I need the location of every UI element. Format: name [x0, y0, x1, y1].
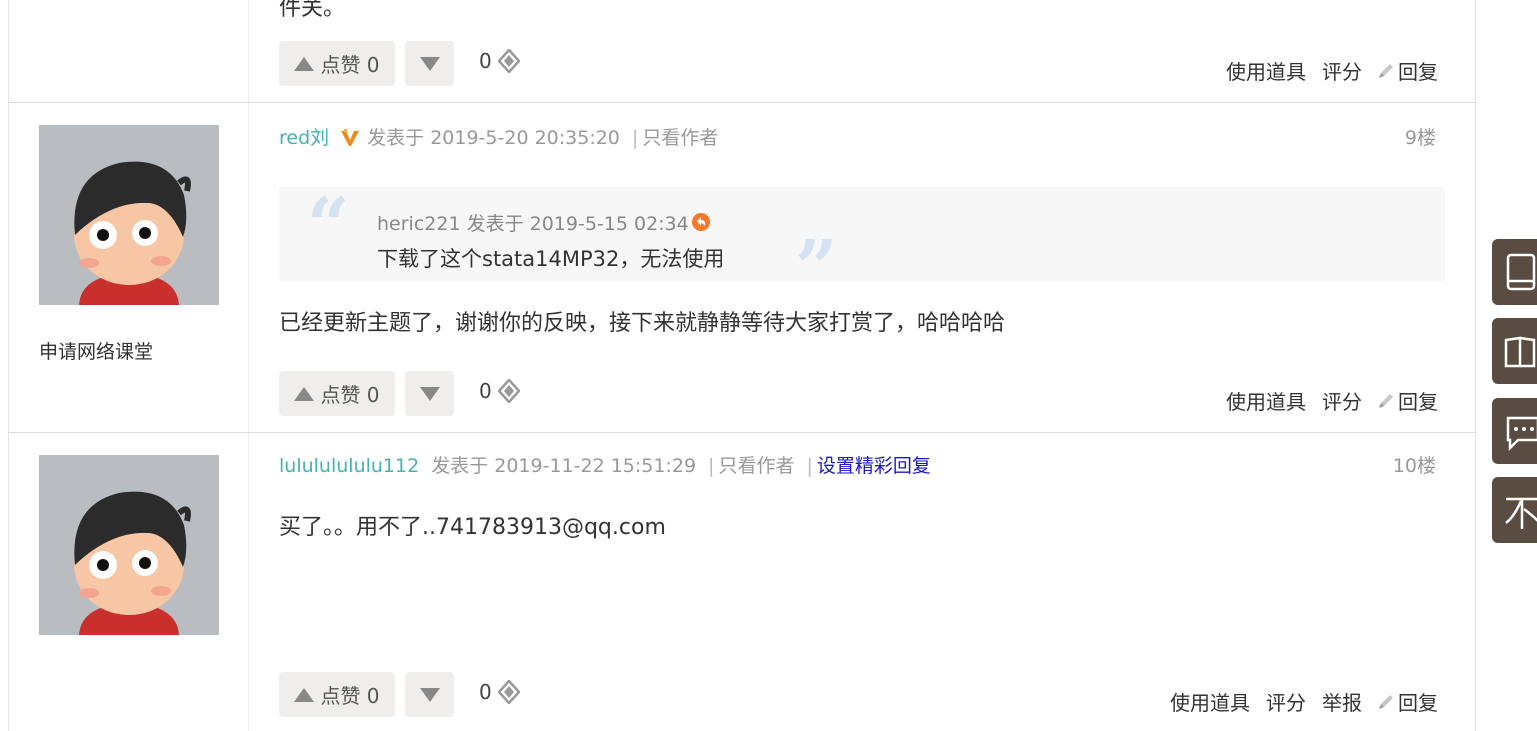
- up-arrow-icon: [294, 386, 315, 401]
- reply-link[interactable]: 回复: [1398, 687, 1438, 716]
- pencil-icon: [1376, 692, 1396, 712]
- dislike-button[interactable]: [405, 371, 454, 416]
- float-read-button[interactable]: [1492, 318, 1537, 384]
- down-arrow-icon: [419, 687, 440, 702]
- set-best-reply-link[interactable]: 设置精彩回复: [817, 455, 931, 477]
- post-meta: red刘 发表于 2019-5-20 20:35:20 | 只看作者: [279, 123, 718, 150]
- post-tools: 使用道具 评分 回复: [1210, 56, 1438, 85]
- coin-count: 0: [479, 49, 492, 73]
- close-quote-icon: ”: [795, 225, 838, 311]
- post-sidebar: [9, 0, 249, 102]
- not-icon: [1505, 497, 1537, 529]
- quote-meta: heric221 发表于 2019-5-15 02:34: [377, 209, 711, 236]
- floor-number: 10楼: [1392, 455, 1436, 477]
- quote-block: “ heric221 发表于 2019-5-15 02:34 下载了这个stat…: [279, 183, 1445, 305]
- float-comment-button[interactable]: [1492, 398, 1537, 464]
- post-sidebar: [9, 433, 249, 731]
- coin-counter[interactable]: 0: [479, 680, 520, 704]
- user-group-label: 申请网络课堂: [39, 341, 154, 363]
- use-item-link[interactable]: 使用道具: [1226, 386, 1306, 415]
- like-button[interactable]: 点赞 0: [279, 371, 395, 416]
- down-arrow-icon: [419, 386, 440, 401]
- use-item-link[interactable]: 使用道具: [1170, 687, 1250, 716]
- open-quote-icon: “: [307, 183, 350, 269]
- like-button[interactable]: 点赞 0: [279, 672, 395, 717]
- reply-link[interactable]: 回复: [1398, 56, 1438, 85]
- like-label: 点赞 0: [320, 684, 380, 708]
- use-item-link[interactable]: 使用道具: [1226, 56, 1306, 85]
- coin-count: 0: [479, 379, 492, 403]
- post-main: 件关。 点赞 0 0 使用道具 评分 回复: [249, 0, 1476, 102]
- book-icon: [1504, 336, 1536, 368]
- report-link[interactable]: 举报: [1322, 687, 1362, 716]
- coin-counter[interactable]: 0: [479, 49, 520, 73]
- coin-icon: [497, 49, 520, 73]
- dislike-button[interactable]: [405, 672, 454, 717]
- avatar[interactable]: [39, 125, 219, 305]
- author-link[interactable]: lulululululu112: [279, 455, 419, 477]
- thread-container: 件关。 点赞 0 0 使用道具 评分 回复 申请网络课堂 red刘 发表于 20…: [8, 0, 1476, 731]
- avatar-cartoon-image: [39, 455, 219, 635]
- up-arrow-icon: [294, 687, 315, 702]
- pencil-icon: [1376, 391, 1396, 411]
- post-tools: 使用道具 评分 回复: [1210, 386, 1438, 415]
- chat-icon: [1506, 416, 1537, 452]
- coin-count: 0: [479, 680, 492, 704]
- post-8: 件关。 点赞 0 0 使用道具 评分 回复: [9, 0, 1476, 103]
- coin-icon: [497, 379, 520, 403]
- tablet-icon: [1506, 253, 1536, 291]
- quote-text: 下载了这个stata14MP32，无法使用: [377, 247, 725, 271]
- float-mobile-button[interactable]: [1492, 239, 1537, 305]
- pencil-icon: [1376, 61, 1396, 81]
- only-author-link[interactable]: 只看作者: [642, 127, 718, 149]
- only-author-link[interactable]: 只看作者: [718, 455, 794, 477]
- coin-icon: [497, 680, 520, 704]
- reply-link[interactable]: 回复: [1398, 386, 1438, 415]
- post-time: 发表于 2019-11-22 15:51:29: [431, 455, 697, 477]
- author-link[interactable]: red刘: [279, 127, 329, 149]
- float-top-button[interactable]: [1492, 477, 1537, 543]
- post-tools: 使用道具 评分 举报 回复: [1154, 687, 1438, 716]
- post-content: 件关。: [279, 0, 346, 21]
- avatar[interactable]: [39, 455, 219, 635]
- post-time: 发表于 2019-5-20 20:35:20: [367, 127, 620, 149]
- like-label: 点赞 0: [320, 383, 380, 407]
- separator: |: [631, 127, 639, 149]
- rate-link[interactable]: 评分: [1322, 386, 1362, 415]
- like-label: 点赞 0: [320, 53, 380, 77]
- v-badge-icon: [341, 129, 360, 146]
- quote-meta-text: heric221 发表于 2019-5-15 02:34: [377, 213, 689, 235]
- down-arrow-icon: [419, 56, 440, 71]
- separator: |: [806, 455, 813, 477]
- post-sidebar: 申请网络课堂: [9, 103, 249, 432]
- rate-link[interactable]: 评分: [1266, 687, 1306, 716]
- post-10: lulululululu112 发表于 2019-11-22 15:51:29 | 只…: [9, 433, 1476, 731]
- coin-counter[interactable]: 0: [479, 379, 520, 403]
- floor-number: 9楼: [1404, 127, 1436, 149]
- rate-link[interactable]: 评分: [1322, 56, 1362, 85]
- post-meta: lulululululu112 发表于 2019-11-22 15:51:29 | 只…: [279, 451, 931, 478]
- post-main: red刘 发表于 2019-5-20 20:35:20 | 只看作者 9楼 “ her…: [249, 103, 1476, 432]
- dislike-button[interactable]: [405, 41, 454, 86]
- post-9: 申请网络课堂 red刘 发表于 2019-5-20 20:35:20 | 只看作者 9…: [9, 103, 1476, 433]
- jump-back-icon[interactable]: [691, 212, 711, 232]
- avatar-cartoon-image: [39, 125, 219, 305]
- post-main: lulululululu112 发表于 2019-11-22 15:51:29 | 只…: [249, 433, 1476, 731]
- like-button[interactable]: 点赞 0: [279, 41, 395, 86]
- separator: |: [708, 455, 715, 477]
- post-content: 已经更新主题了，谢谢你的反映，接下来就静静等待大家打赏了，哈哈哈哈: [279, 311, 1006, 336]
- post-content: 买了。。用不了..741783913@qq.com: [279, 515, 666, 540]
- up-arrow-icon: [294, 56, 315, 71]
